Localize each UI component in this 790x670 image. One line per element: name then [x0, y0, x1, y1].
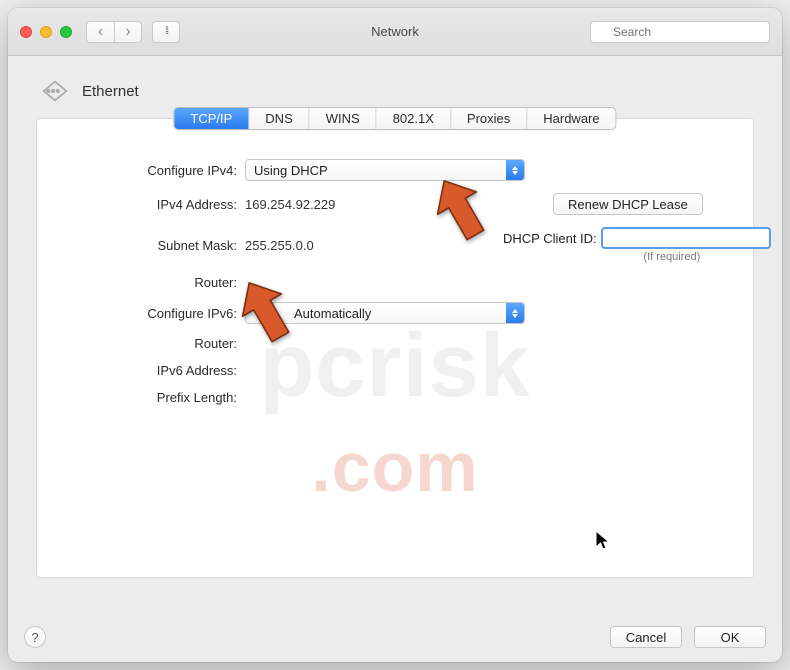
search-input[interactable]	[590, 21, 770, 43]
tab-bar: TCP/IP DNS WINS 802.1X Proxies Hardware	[173, 107, 616, 130]
tab-proxies[interactable]: Proxies	[451, 108, 527, 129]
tcpip-form: Configure IPv4: Using DHCP IPv4 Address:…	[37, 119, 753, 405]
minimize-window-button[interactable]	[40, 26, 52, 38]
updown-icon	[506, 303, 524, 323]
help-button[interactable]: ?	[24, 626, 46, 648]
configure-ipv6-value: Automatically	[254, 306, 371, 321]
nav-back-forward: ‹ ›	[86, 21, 142, 43]
search-wrap	[590, 21, 770, 43]
ipv4-address-label: IPv4 Address:	[67, 197, 237, 212]
ok-button[interactable]: OK	[694, 626, 766, 648]
grid-icon: ⁞⁞⁞	[165, 26, 167, 37]
tab-tcpip[interactable]: TCP/IP	[174, 108, 249, 129]
ethernet-icon	[40, 76, 70, 106]
router6-label: Router:	[67, 336, 237, 351]
pane-title: Ethernet	[82, 83, 139, 100]
configure-ipv4-select[interactable]: Using DHCP	[245, 159, 525, 181]
dhcp-client-id-label: DHCP Client ID:	[503, 231, 597, 246]
configure-ipv4-label: Configure IPv4:	[67, 163, 237, 178]
configure-ipv6-select[interactable]: Automatically	[245, 302, 525, 324]
all-prefs-button[interactable]: ⁞⁞⁞	[152, 21, 180, 43]
dhcp-client-id-hint: (If required)	[503, 251, 771, 263]
settings-panel: TCP/IP DNS WINS 802.1X Proxies Hardware …	[36, 118, 754, 578]
prefix-length-label: Prefix Length:	[67, 390, 237, 405]
chevron-right-icon: ›	[125, 23, 130, 41]
updown-icon	[506, 160, 524, 180]
subnet-mask-label: Subnet Mask:	[67, 238, 237, 253]
forward-button[interactable]: ›	[114, 21, 142, 43]
tab-wins[interactable]: WINS	[310, 108, 377, 129]
window-controls	[20, 26, 72, 38]
titlebar: ‹ › ⁞⁞⁞ Network	[8, 8, 782, 56]
tab-hardware[interactable]: Hardware	[527, 108, 615, 129]
chevron-left-icon: ‹	[98, 23, 103, 41]
tab-dns[interactable]: DNS	[249, 108, 309, 129]
watermark-domain: .com	[311, 428, 478, 506]
close-window-button[interactable]	[20, 26, 32, 38]
tab-8021x[interactable]: 802.1X	[377, 108, 451, 129]
router-label: Router:	[67, 275, 237, 290]
ipv4-address-value: 169.254.92.229	[245, 197, 525, 212]
configure-ipv6-label: Configure IPv6:	[67, 306, 237, 321]
dialog-footer: ? Cancel OK	[24, 626, 766, 648]
dhcp-client-id-input[interactable]	[601, 227, 771, 249]
renew-dhcp-lease-button[interactable]: Renew DHCP Lease	[553, 193, 703, 215]
back-button[interactable]: ‹	[86, 21, 114, 43]
network-window: ‹ › ⁞⁞⁞ Network Ethernet TCP/IP DNS WINS…	[8, 8, 782, 662]
zoom-window-button[interactable]	[60, 26, 72, 38]
subnet-mask-value: 255.255.0.0	[245, 238, 525, 253]
cancel-button[interactable]: Cancel	[610, 626, 682, 648]
ipv6-address-label: IPv6 Address:	[67, 363, 237, 378]
configure-ipv4-value: Using DHCP	[254, 163, 328, 178]
